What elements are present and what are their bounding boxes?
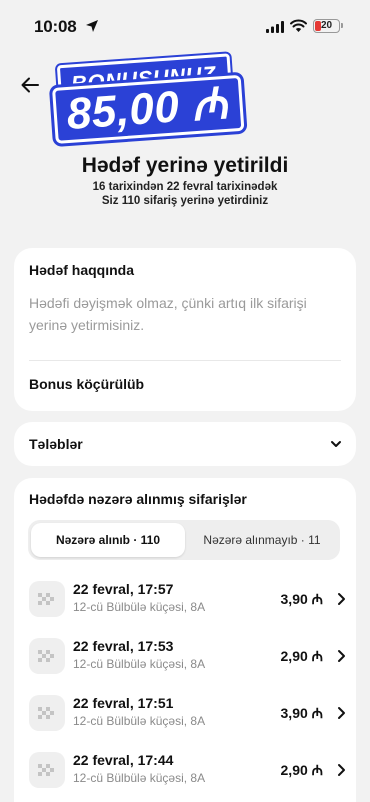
chevron-right-icon bbox=[338, 650, 345, 662]
chevron-right-icon bbox=[338, 593, 345, 605]
bonus-status: Bonus köçürülüb bbox=[29, 376, 145, 392]
back-button[interactable] bbox=[14, 70, 46, 100]
order-address: 12-cü Bülbülə küçəsi, 8A bbox=[73, 714, 206, 728]
order-row[interactable]: 22 fevral, 17:51 12-cü Bülbülə küçəsi, 8… bbox=[29, 692, 347, 738]
order-date: 22 fevral, 17:44 bbox=[73, 752, 174, 768]
goal-about-title: Hədəf haqqında bbox=[29, 262, 135, 278]
battery-percent: 20 bbox=[320, 20, 333, 31]
order-price: 3,90 ₼ bbox=[280, 591, 323, 607]
goal-period: 16 tarixindən 22 fevral tarixinədək bbox=[92, 181, 278, 193]
status-time: 10:08 bbox=[34, 17, 77, 36]
tab-not-counted[interactable]: Nəzərə alınmayıb · 11 bbox=[187, 523, 337, 557]
taxi-icon bbox=[29, 638, 65, 674]
order-price: 2,90 ₼ bbox=[280, 762, 323, 778]
taxi-icon bbox=[29, 695, 65, 731]
order-row[interactable]: 22 fevral, 17:53 12-cü Bülbülə küçəsi, 8… bbox=[29, 635, 347, 681]
battery-icon: 20 bbox=[313, 19, 340, 33]
order-address: 12-cü Bülbülə küçəsi, 8A bbox=[73, 600, 206, 614]
bonus-badge: BONUSUNUZ 85,00 ₼ bbox=[48, 53, 328, 144]
order-address: 12-cü Bülbülə küçəsi, 8A bbox=[73, 657, 206, 671]
order-price: 3,90 ₼ bbox=[280, 705, 323, 721]
requirements-row[interactable]: Tələblər bbox=[14, 422, 356, 466]
battery-tip bbox=[341, 23, 343, 28]
order-address: 12-cü Bülbülə küçəsi, 8A bbox=[73, 771, 206, 785]
cellular-signal-icon bbox=[266, 21, 284, 33]
chevron-right-icon bbox=[338, 764, 345, 776]
goal-about-text: Hədəfi dəyişmək olmaz, çünki artıq ilk s… bbox=[29, 295, 307, 333]
order-date: 22 fevral, 17:51 bbox=[73, 695, 174, 711]
counted-orders-card: Hədəfdə nəzərə alınmış sifarişlər Nəzərə… bbox=[14, 478, 356, 802]
requirements-label: Tələblər bbox=[29, 436, 83, 452]
order-row[interactable]: 22 fevral, 17:44 12-cü Bülbülə küçəsi, 8… bbox=[29, 749, 347, 795]
order-price: 2,90 ₼ bbox=[280, 648, 323, 664]
goal-title: Hədəf yerinə yetirildi bbox=[81, 154, 289, 177]
divider bbox=[29, 360, 341, 361]
bonus-amount: 85,00 ₼ bbox=[52, 74, 245, 144]
tab-counted[interactable]: Nəzərə alınıb · 110 bbox=[31, 523, 185, 557]
orders-filter-tabs: Nəzərə alınıb · 110 Nəzərə alınmayıb · 1… bbox=[28, 520, 340, 560]
goal-about-card: Hədəf haqqında Hədəfi dəyişmək olmaz, çü… bbox=[14, 248, 356, 411]
order-row[interactable]: 22 fevral, 17:57 12-cü Bülbülə küçəsi, 8… bbox=[29, 578, 347, 624]
chevron-right-icon bbox=[338, 707, 345, 719]
goal-result: Siz 110 sifariş yerinə yetirdiniz bbox=[101, 195, 269, 207]
order-date: 22 fevral, 17:57 bbox=[73, 581, 174, 597]
order-date: 22 fevral, 17:53 bbox=[73, 638, 174, 654]
taxi-icon bbox=[29, 581, 65, 617]
back-arrow-icon bbox=[21, 77, 39, 93]
bonus-badge-amount-wrap: 85,00 ₼ bbox=[52, 74, 245, 144]
taxi-icon bbox=[29, 752, 65, 788]
location-arrow-icon bbox=[86, 20, 98, 32]
counted-orders-title: Hədəfdə nəzərə alınmış sifarişlər bbox=[29, 491, 247, 507]
chevron-down-icon bbox=[331, 441, 341, 447]
wifi-icon bbox=[290, 19, 307, 32]
